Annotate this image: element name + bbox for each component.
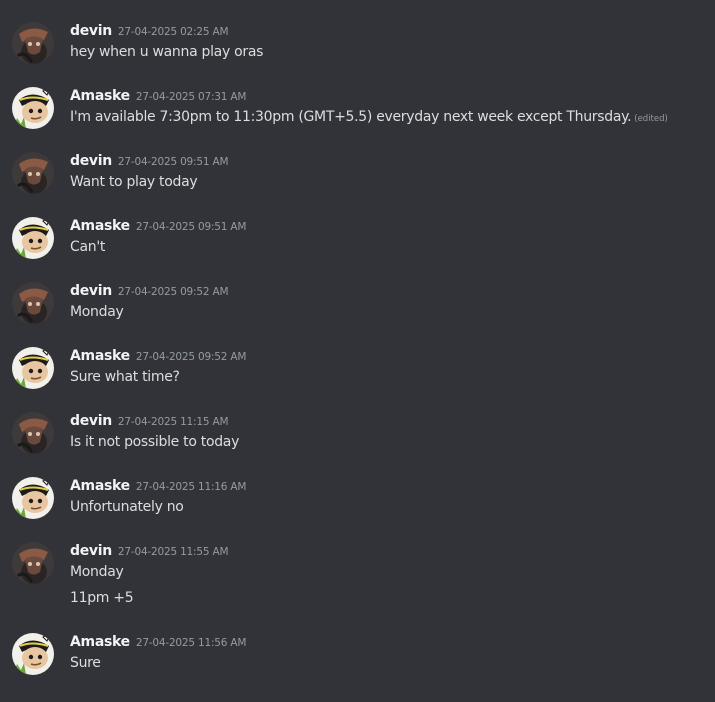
message-header: Amaske 27-04-2025 09:51 AM [70, 215, 246, 235]
timestamp: 27-04-2025 09:52 AM [135, 351, 247, 363]
cartoon-hat-character-avatar-icon[interactable] [12, 217, 54, 259]
message-text: Sure what time? [70, 369, 180, 385]
username[interactable]: devin [70, 283, 112, 299]
message-text: Want to play today [70, 174, 198, 190]
dark-creature-avatar-icon[interactable] [12, 412, 54, 454]
dark-creature-avatar-icon[interactable] [12, 282, 54, 324]
message-text: I'm available 7:30pm to 11:30pm (GMT+5.5… [70, 107, 668, 129]
message-header: devin 27-04-2025 09:51 AM [70, 150, 229, 170]
message-text: Unfortunately no [70, 499, 184, 515]
message-feed: devin 27-04-2025 02:25 AM hey when u wann… [0, 0, 715, 702]
cartoon-hat-character-avatar-icon[interactable] [12, 87, 54, 129]
message-text: Is it not possible to today [70, 434, 240, 450]
cartoon-hat-character-avatar-icon[interactable] [12, 633, 54, 675]
dark-creature-avatar-icon[interactable] [12, 152, 54, 194]
timestamp: 27-04-2025 11:56 AM [135, 637, 247, 649]
message-header: devin 27-04-2025 09:52 AM [70, 280, 229, 300]
message-text: Monday [70, 564, 124, 580]
username[interactable]: Amaske [70, 634, 130, 650]
message-header: Amaske 27-04-2025 11:56 AM [70, 631, 246, 651]
timestamp: 27-04-2025 09:52 AM [117, 286, 229, 298]
message-header: devin 27-04-2025 11:15 AM [70, 410, 229, 430]
timestamp: 27-04-2025 07:31 AM [135, 91, 247, 103]
message-header: Amaske 27-04-2025 09:52 AM [70, 345, 246, 365]
edited-label: (edited) [634, 114, 668, 124]
dark-creature-avatar-icon[interactable] [12, 542, 54, 584]
timestamp: 27-04-2025 11:15 AM [117, 416, 229, 428]
username[interactable]: devin [70, 153, 112, 169]
message-text: 11pm +5 [70, 590, 134, 606]
timestamp: 27-04-2025 02:25 AM [117, 26, 229, 38]
message-text: Monday [70, 304, 124, 320]
message-header: devin 27-04-2025 11:55 AM [70, 540, 229, 560]
message-header: Amaske 27-04-2025 07:31 AM [70, 85, 246, 105]
username[interactable]: devin [70, 413, 112, 429]
message-body: I'm available 7:30pm to 11:30pm (GMT+5.5… [70, 109, 632, 125]
username[interactable]: Amaske [70, 218, 130, 234]
username[interactable]: Amaske [70, 88, 130, 104]
timestamp: 27-04-2025 09:51 AM [135, 221, 247, 233]
message-text: Sure [70, 655, 101, 671]
cartoon-hat-character-avatar-icon[interactable] [12, 347, 54, 389]
timestamp: 27-04-2025 11:55 AM [117, 546, 229, 558]
username[interactable]: devin [70, 23, 112, 39]
message-text: hey when u wanna play oras [70, 44, 264, 60]
username[interactable]: devin [70, 543, 112, 559]
username[interactable]: Amaske [70, 478, 130, 494]
username[interactable]: Amaske [70, 348, 130, 364]
timestamp: 27-04-2025 09:51 AM [117, 156, 229, 168]
cartoon-hat-character-avatar-icon[interactable] [12, 477, 54, 519]
message-header: Amaske 27-04-2025 11:16 AM [70, 475, 246, 495]
message-header: devin 27-04-2025 02:25 AM [70, 20, 229, 40]
timestamp: 27-04-2025 11:16 AM [135, 481, 247, 493]
dark-creature-avatar-icon[interactable] [12, 22, 54, 64]
message-text: Can't [70, 239, 106, 255]
